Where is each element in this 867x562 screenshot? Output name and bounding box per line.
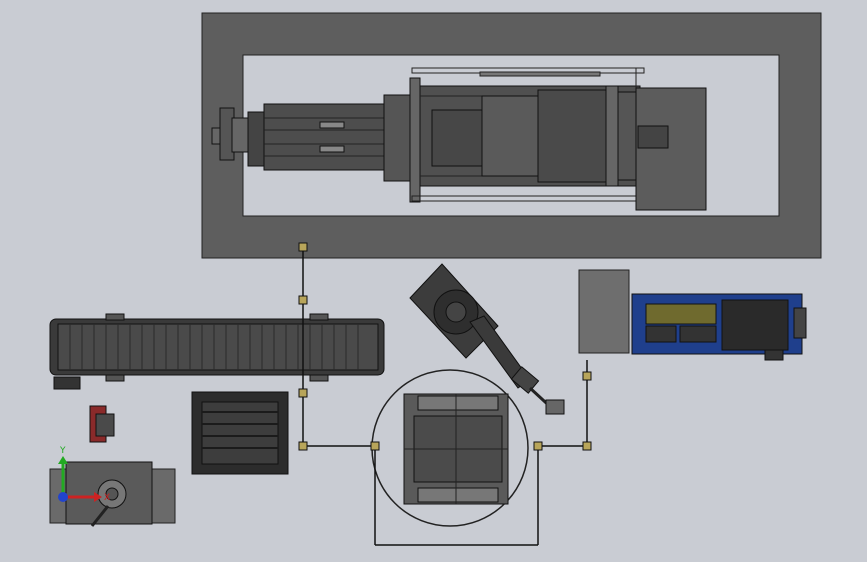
part-rack[interactable]	[191, 391, 289, 475]
axis-x-label: X	[104, 493, 110, 503]
control-cabinet[interactable]	[631, 293, 807, 361]
electrical-box[interactable]	[578, 269, 630, 354]
axis-y-label: Y	[59, 446, 66, 456]
gear-unit[interactable]	[49, 461, 176, 527]
cad-viewport: Y X	[0, 0, 867, 562]
